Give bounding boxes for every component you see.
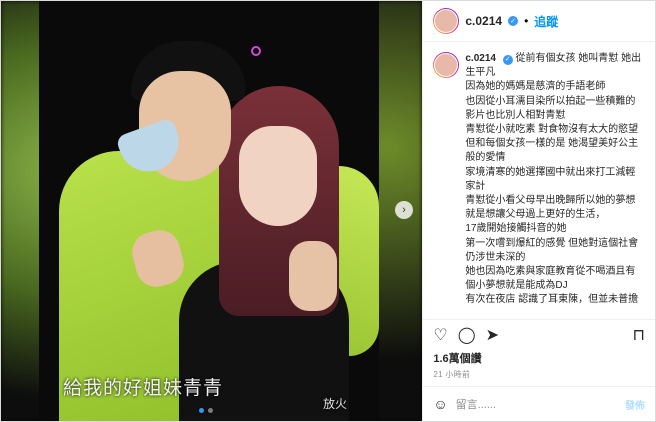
verified-badge-icon: ✓ [502, 55, 513, 66]
avatar[interactable] [433, 8, 460, 34]
photo-overlay-text: 給我的好姐妹青青 [63, 377, 224, 399]
photo-light-ring [251, 46, 261, 56]
avatar-image [434, 53, 459, 77]
next-arrow-icon[interactable]: › [395, 201, 413, 219]
caption-username[interactable]: c.0214 [465, 53, 496, 64]
comment-bar: ☺ 留言...... 發佈 [423, 386, 655, 421]
carousel-dot [208, 408, 213, 413]
post-media[interactable]: 給我的好姐妹青青 放火 › [1, 1, 423, 421]
carousel-dot-active [199, 408, 204, 413]
emoji-icon[interactable]: ☺ [433, 396, 447, 412]
post-photo [39, 1, 379, 421]
heart-icon[interactable]: ♡ [433, 325, 447, 345]
post-comment-button[interactable]: 發佈 [625, 397, 645, 412]
carousel-dots [199, 408, 213, 413]
photo-hand-shoulder [289, 241, 337, 311]
likes-count[interactable]: 1.6萬個讚 [423, 350, 655, 366]
post-time: 21 小時前 [433, 370, 471, 379]
share-icon[interactable]: ➤ [486, 325, 499, 345]
caption-area: c.0214 ✓ 從前有個女孩 她叫青懟 她出生平凡 因為她的媽媽是慈濟的手語老… [423, 42, 655, 319]
avatar-image [434, 9, 459, 33]
caption-avatar[interactable] [433, 52, 460, 78]
comment-input[interactable]: 留言...... [456, 396, 617, 412]
post-header: c.0214 ✓ • 追蹤 [423, 1, 655, 42]
separator-dot: • [524, 14, 529, 28]
photo-face-right [239, 126, 317, 226]
post-sidebar: c.0214 ✓ • 追蹤 c.0214 ✓ 從前有個女孩 她叫青懟 她出生平凡… [422, 1, 655, 421]
header-username[interactable]: c.0214 [465, 14, 502, 28]
caption-text: 從前有個女孩 她叫青懟 她出生平凡 因為她的媽媽是慈濟的手語老師 也因從小耳濡目… [465, 53, 642, 306]
bookmark-icon[interactable]: ⊓ [633, 325, 645, 345]
comment-icon[interactable]: ◯ [458, 325, 476, 345]
action-bar: ♡ ◯ ➤ ⊓ [423, 319, 655, 350]
caption: c.0214 ✓ 從前有個女孩 她叫青懟 她出生平凡 因為她的媽媽是慈濟的手語老… [465, 52, 645, 319]
instagram-post: 給我的好姐妹青青 放火 › c.0214 ✓ • 追蹤 c.0214 ✓ 從前有… [0, 0, 656, 422]
photo-signature: 放火 [323, 397, 348, 411]
verified-badge-icon: ✓ [508, 16, 519, 26]
follow-button[interactable]: 追蹤 [534, 13, 558, 30]
